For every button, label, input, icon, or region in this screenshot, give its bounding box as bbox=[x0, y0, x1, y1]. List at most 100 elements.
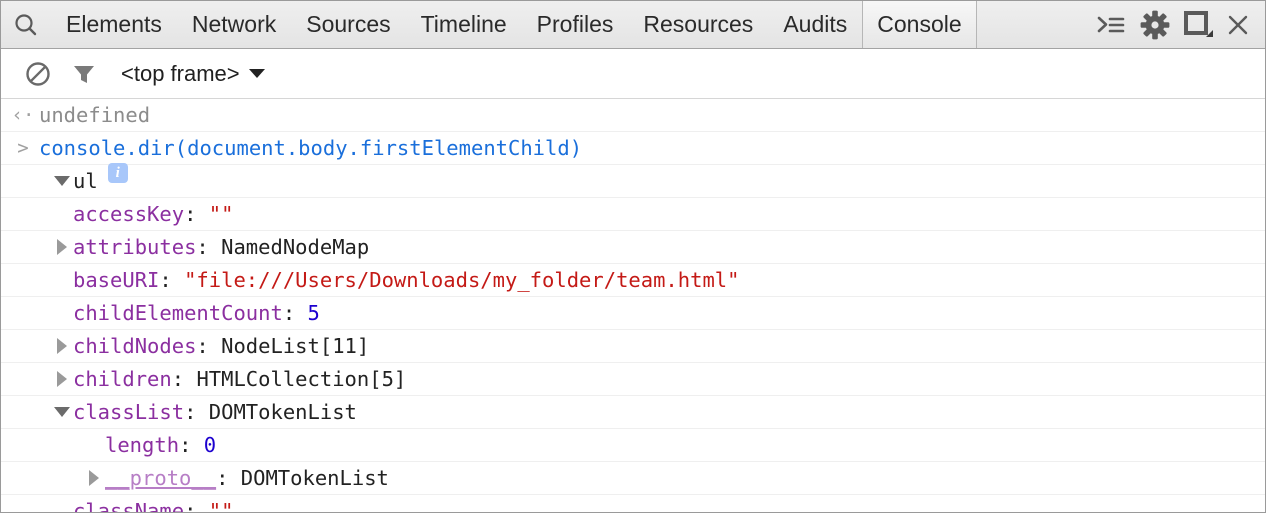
property-name: baseURI bbox=[73, 264, 159, 296]
execution-context-selector[interactable]: <top frame> bbox=[121, 61, 265, 87]
tab-resources[interactable]: Resources bbox=[628, 1, 768, 48]
object-property: classList: DOMTokenList bbox=[7, 396, 357, 428]
console-command-row[interactable]: > console.dir(document.body.firstElement… bbox=[1, 132, 1265, 165]
object-property: children: HTMLCollection[5] bbox=[7, 363, 406, 395]
disclosure-spacer bbox=[51, 198, 73, 230]
object-property: childElementCount: 5 bbox=[7, 297, 320, 329]
disclosure-spacer bbox=[51, 297, 73, 329]
clear-console-icon bbox=[24, 60, 52, 88]
info-badge-icon[interactable]: i bbox=[108, 163, 128, 183]
tab-label: Elements bbox=[66, 11, 162, 38]
disclosure-spacer bbox=[51, 495, 73, 513]
tab-label: Sources bbox=[306, 11, 390, 38]
disclosure-triangle-collapsed[interactable] bbox=[83, 462, 105, 494]
object-property-row[interactable]: accessKey: "" bbox=[1, 198, 1265, 231]
tab-label: Resources bbox=[643, 11, 753, 38]
property-separator: : bbox=[179, 429, 204, 461]
property-value-object[interactable]: DOMTokenList bbox=[209, 396, 357, 428]
disclosure-triangle-expanded[interactable] bbox=[51, 165, 73, 197]
tab-list: Elements Network Sources Timeline Profil… bbox=[51, 1, 1089, 48]
property-value-object[interactable]: NamedNodeMap bbox=[221, 231, 369, 263]
property-value-object[interactable]: HTMLCollection[5] bbox=[196, 363, 406, 395]
property-name: children bbox=[73, 363, 172, 395]
property-separator: : bbox=[283, 297, 308, 329]
console-command-text: console.dir(document.body.firstElementCh… bbox=[39, 132, 582, 164]
property-name: accessKey bbox=[73, 198, 184, 230]
console-toolbar: <top frame> bbox=[1, 49, 1265, 99]
filter-button[interactable] bbox=[61, 51, 107, 97]
tab-network[interactable]: Network bbox=[177, 1, 291, 48]
property-name-proto: __proto__ bbox=[105, 462, 216, 494]
property-value-object[interactable]: NodeList[11] bbox=[221, 330, 369, 362]
object-property: length: 0 bbox=[7, 429, 216, 461]
object-property-row[interactable]: childElementCount: 5 bbox=[1, 297, 1265, 330]
object-property: accessKey: "" bbox=[7, 198, 233, 230]
disclosure-triangle-collapsed[interactable] bbox=[51, 363, 73, 395]
tab-elements[interactable]: Elements bbox=[51, 1, 177, 48]
tab-label: Console bbox=[877, 11, 961, 38]
property-separator: : bbox=[184, 198, 209, 230]
console-drawer-button[interactable] bbox=[1089, 2, 1133, 48]
tab-timeline[interactable]: Timeline bbox=[406, 1, 522, 48]
property-separator: : bbox=[216, 462, 241, 494]
object-property-row[interactable]: attributes: NamedNodeMap bbox=[1, 231, 1265, 264]
property-separator: : bbox=[184, 396, 209, 428]
object-root-name: ul bbox=[73, 165, 98, 197]
property-separator: : bbox=[196, 231, 221, 263]
disclosure-triangle-collapsed[interactable] bbox=[51, 231, 73, 263]
disclosure-triangle-collapsed[interactable] bbox=[51, 330, 73, 362]
devtools-window: Elements Network Sources Timeline Profil… bbox=[0, 0, 1266, 513]
dock-position-icon bbox=[1183, 10, 1215, 40]
execution-context-label: <top frame> bbox=[121, 61, 240, 87]
property-separator: : bbox=[184, 495, 209, 513]
tab-sources[interactable]: Sources bbox=[291, 1, 405, 48]
property-value-number: 0 bbox=[204, 429, 216, 461]
close-button[interactable] bbox=[1221, 2, 1255, 48]
prompt-marker-icon: > bbox=[7, 132, 39, 164]
object-property-row[interactable]: length: 0 bbox=[1, 429, 1265, 462]
property-value-number: 5 bbox=[308, 297, 320, 329]
tabbar-actions bbox=[1089, 1, 1265, 48]
object-property: className: "" bbox=[7, 495, 233, 513]
object-property-row[interactable]: __proto__: DOMTokenList bbox=[1, 462, 1265, 495]
clear-console-button[interactable] bbox=[15, 51, 61, 97]
dock-position-button[interactable] bbox=[1177, 2, 1221, 48]
result-marker-icon: ‹· bbox=[7, 99, 39, 131]
tab-label: Audits bbox=[783, 11, 847, 38]
property-name: attributes bbox=[73, 231, 196, 263]
property-name: classList bbox=[73, 396, 184, 428]
property-value-string: "" bbox=[209, 198, 234, 230]
object-property: baseURI: "file:///Users/Downloads/my_fol… bbox=[7, 264, 740, 296]
disclosure-spacer bbox=[51, 264, 73, 296]
tab-profiles[interactable]: Profiles bbox=[522, 1, 629, 48]
property-value-string: "file:///Users/Downloads/my_folder/team.… bbox=[184, 264, 739, 296]
object-property-row[interactable]: baseURI: "file:///Users/Downloads/my_fol… bbox=[1, 264, 1265, 297]
object-property: attributes: NamedNodeMap bbox=[7, 231, 369, 263]
filter-icon bbox=[70, 60, 98, 88]
console-output: ‹· undefined > console.dir(document.body… bbox=[1, 99, 1265, 513]
devtools-tabbar: Elements Network Sources Timeline Profil… bbox=[1, 1, 1265, 49]
tab-label: Timeline bbox=[421, 11, 507, 38]
object-root-row[interactable]: uli bbox=[1, 165, 1265, 198]
property-name: className bbox=[73, 495, 184, 513]
tab-console[interactable]: Console bbox=[862, 1, 976, 48]
property-separator: : bbox=[172, 363, 197, 395]
object-property-row[interactable]: childNodes: NodeList[11] bbox=[1, 330, 1265, 363]
tab-audits[interactable]: Audits bbox=[768, 1, 862, 48]
object-root: uli bbox=[7, 165, 128, 197]
property-name: childElementCount bbox=[73, 297, 283, 329]
close-icon bbox=[1226, 13, 1250, 37]
object-property-row[interactable]: classList: DOMTokenList bbox=[1, 396, 1265, 429]
object-property-row[interactable]: className: "" bbox=[1, 495, 1265, 513]
property-value-object[interactable]: DOMTokenList bbox=[241, 462, 389, 494]
gear-icon bbox=[1140, 10, 1170, 40]
settings-button[interactable] bbox=[1133, 2, 1177, 48]
object-property: __proto__: DOMTokenList bbox=[7, 462, 389, 494]
search-icon bbox=[13, 12, 39, 38]
disclosure-triangle-expanded[interactable] bbox=[51, 396, 73, 428]
search-button[interactable] bbox=[1, 1, 51, 48]
console-result-row: ‹· undefined bbox=[1, 99, 1265, 132]
object-property-row[interactable]: children: HTMLCollection[5] bbox=[1, 363, 1265, 396]
tab-label: Profiles bbox=[537, 11, 614, 38]
property-value-string: "" bbox=[209, 495, 234, 513]
